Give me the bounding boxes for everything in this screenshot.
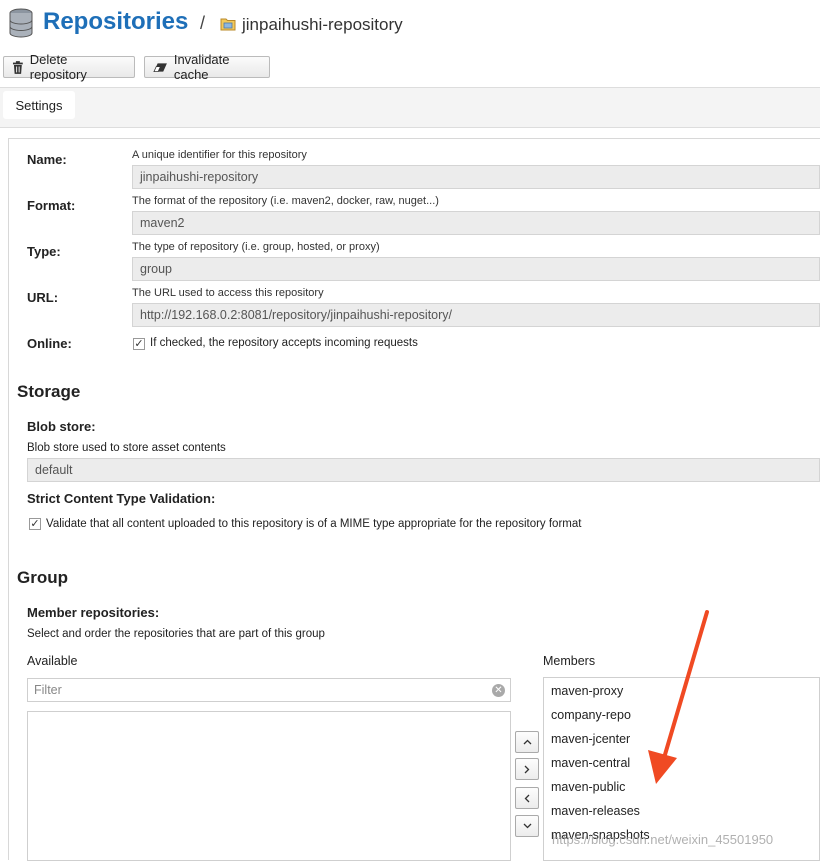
strict-validation-checkbox[interactable]: ✓ (29, 518, 41, 530)
filter-input[interactable]: Filter (27, 678, 511, 702)
available-list[interactable] (27, 711, 511, 861)
tab-settings[interactable]: Settings (3, 91, 75, 119)
url-help: The URL used to access this repository (132, 287, 324, 299)
type-field[interactable]: group (132, 257, 820, 281)
invalidate-cache-label: Invalidate cache (173, 52, 230, 82)
group-heading: Group (17, 568, 68, 587)
type-label: Type: (27, 244, 61, 259)
available-label: Available (27, 654, 78, 668)
annotation-arrow-icon (648, 610, 709, 784)
add-member-button[interactable] (515, 758, 539, 780)
member-repositories-help: Select and order the repositories that a… (27, 628, 325, 640)
breadcrumb-separator: / (200, 13, 206, 33)
storage-heading: Storage (17, 382, 81, 401)
chevron-right-icon (524, 765, 530, 773)
member-item[interactable]: maven-public (551, 780, 625, 794)
watermark: https://blog.csdn.net/weixin_45501950 (552, 832, 774, 847)
chevron-left-icon (524, 794, 530, 802)
delete-repository-label: Delete repository (29, 52, 87, 82)
member-repositories-label: Member repositories: (27, 605, 160, 620)
name-label: Name: (27, 152, 67, 167)
blob-store-field[interactable]: default (27, 458, 820, 482)
member-item[interactable]: maven-releases (551, 804, 640, 818)
member-item[interactable]: maven-proxy (551, 684, 623, 698)
strict-validation-text: Validate that all content uploaded to th… (46, 518, 582, 530)
remove-member-button[interactable] (515, 787, 539, 809)
move-down-button[interactable] (515, 815, 539, 837)
type-help: The type of repository (i.e. group, host… (132, 241, 380, 253)
online-checkbox-text: If checked, the repository accepts incom… (150, 337, 418, 349)
page-title[interactable]: Repositories (43, 8, 188, 36)
delete-repository-button[interactable]: Delete repository (3, 52, 135, 82)
name-help: A unique identifier for this repository (132, 149, 307, 161)
format-field[interactable]: maven2 (132, 211, 820, 235)
url-field[interactable]: http://192.168.0.2:8081/repository/jinpa… (132, 303, 820, 327)
eraser-icon (153, 62, 167, 72)
blob-store-help: Blob store used to store asset contents (27, 442, 226, 454)
member-item[interactable]: company-repo (551, 708, 631, 722)
format-help: The format of the repository (i.e. maven… (132, 195, 439, 207)
members-label: Members (543, 654, 596, 668)
format-label: Format: (27, 198, 76, 213)
database-icon (9, 8, 33, 38)
member-item[interactable]: maven-jcenter (551, 732, 630, 746)
online-checkbox[interactable]: ✓ (133, 338, 145, 350)
name-field[interactable]: jinpaihushi-repository (132, 165, 820, 189)
chevron-down-icon (523, 823, 531, 829)
blob-store-label: Blob store: (27, 419, 96, 434)
member-item[interactable]: maven-central (551, 756, 630, 770)
url-label: URL: (27, 290, 59, 305)
clear-filter-icon[interactable]: ✕ (492, 684, 505, 697)
move-up-button[interactable] (515, 731, 539, 753)
folder-repo-icon (220, 18, 236, 31)
invalidate-cache-button[interactable]: Invalidate cache (144, 52, 270, 82)
breadcrumb-repo-name: jinpaihushi-repository (242, 15, 403, 34)
online-label: Online: (27, 336, 72, 351)
strict-validation-label: Strict Content Type Validation: (27, 491, 216, 506)
tab-strip (0, 87, 820, 128)
trash-icon (12, 60, 23, 74)
chevron-up-icon (523, 739, 531, 745)
